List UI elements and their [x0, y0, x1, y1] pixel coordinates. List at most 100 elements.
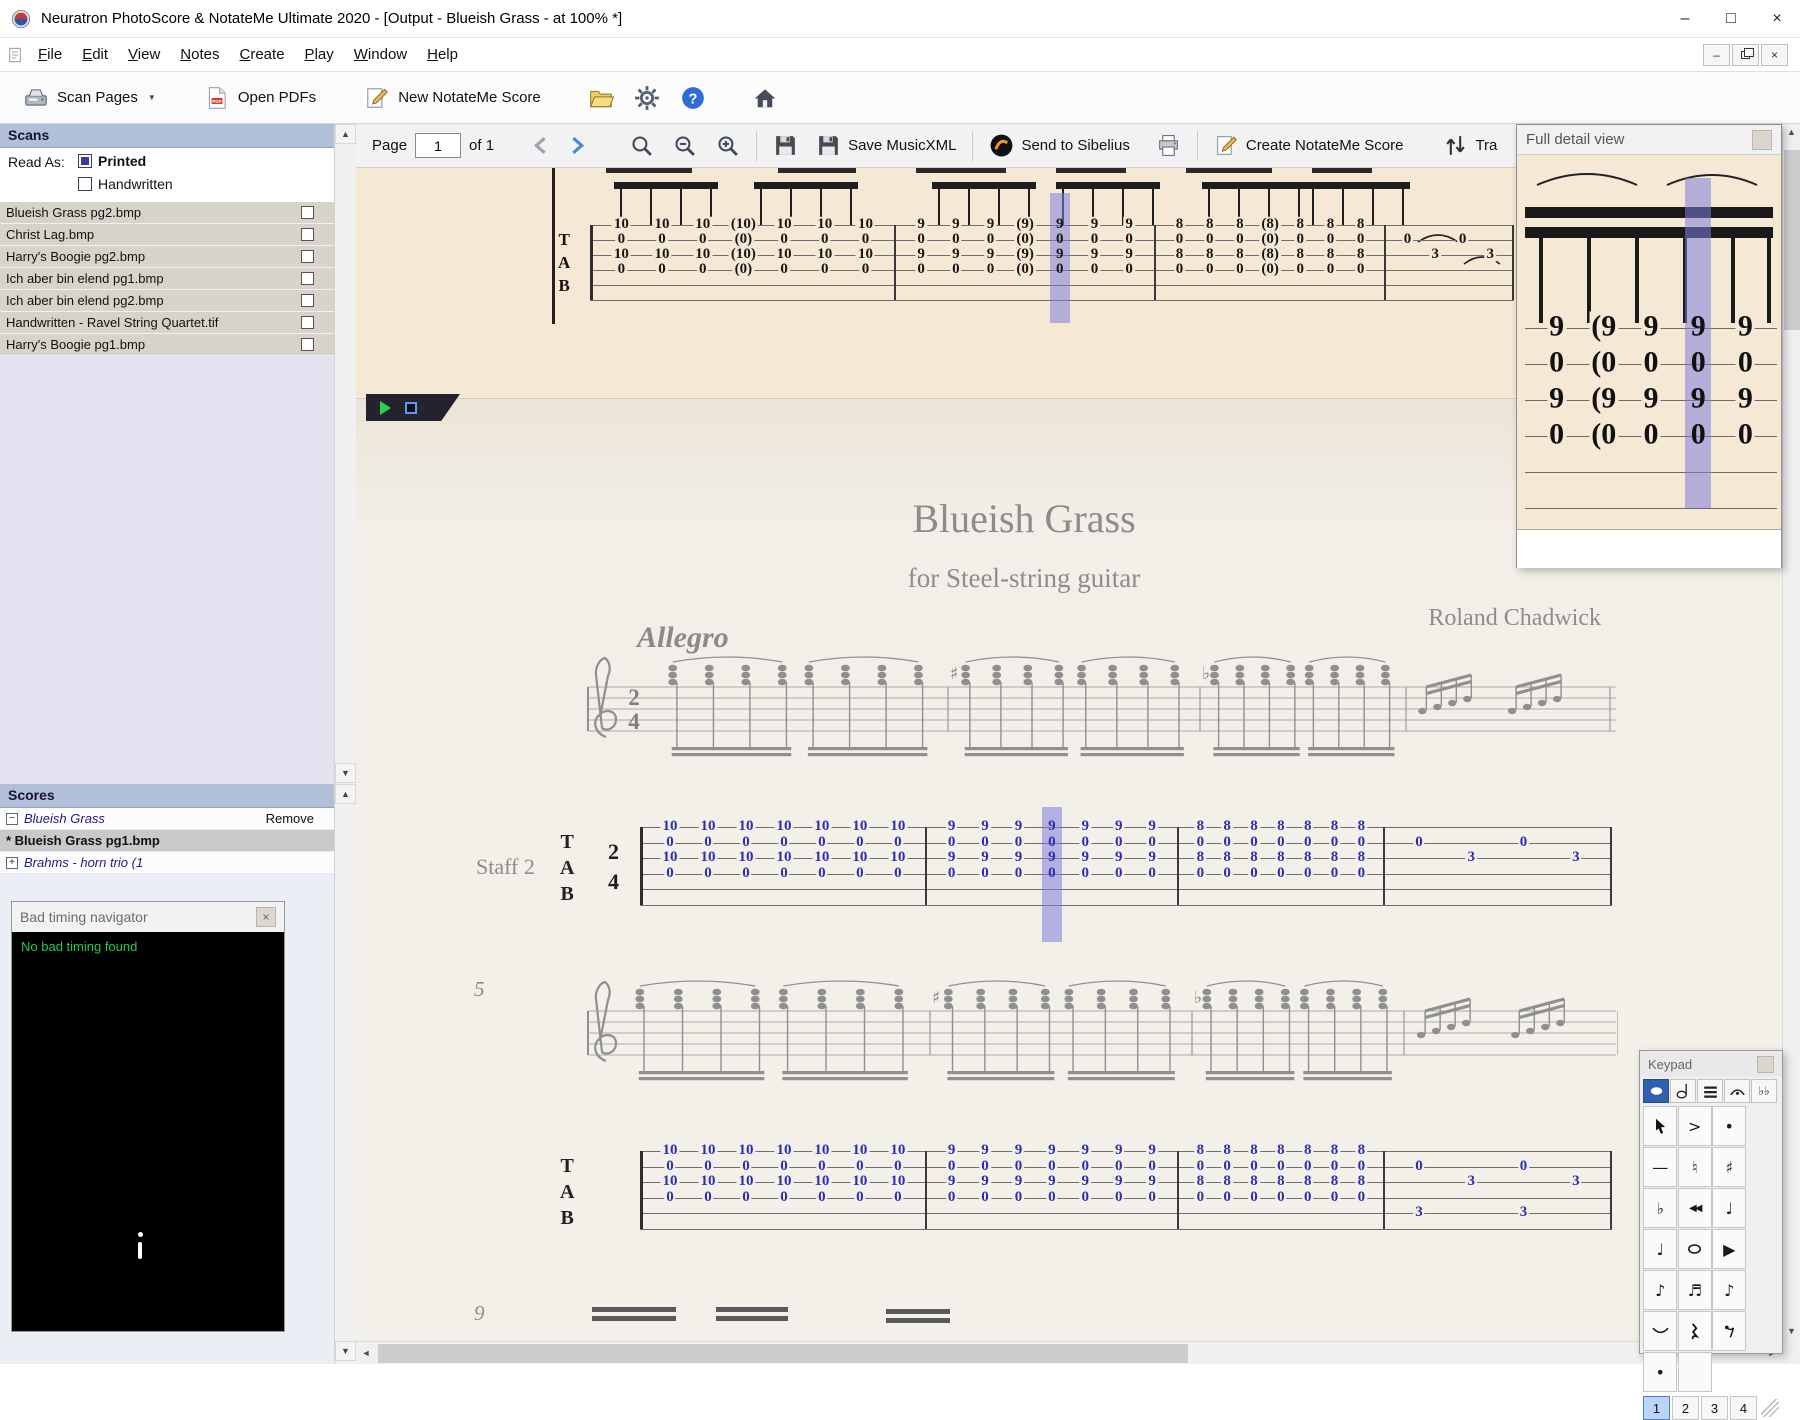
- tab-number[interactable]: 3: [1413, 1204, 1425, 1220]
- keypad-tab-semibreve[interactable]: [1643, 1079, 1669, 1103]
- tab-number[interactable]: 0: [1046, 1158, 1058, 1174]
- read-as-handwritten-option[interactable]: Handwritten: [78, 176, 173, 192]
- tab-number[interactable]: 0: [1517, 1158, 1530, 1174]
- tab-number[interactable]: 0: [615, 231, 628, 247]
- tab-number[interactable]: 0: [778, 1189, 790, 1205]
- tab-number[interactable]: 0: [915, 231, 927, 247]
- tab-number[interactable]: 8: [1355, 1142, 1368, 1158]
- tab-number[interactable]: 8: [1328, 1142, 1341, 1158]
- tab-number[interactable]: (0): [1259, 231, 1281, 247]
- tab-number[interactable]: 0: [656, 231, 668, 247]
- tab-number[interactable]: 0: [984, 231, 997, 247]
- tab-number[interactable]: 8: [1221, 1142, 1233, 1158]
- tab-number[interactable]: 9: [1146, 818, 1158, 834]
- tab-number[interactable]: 0: [1735, 347, 1755, 378]
- tab-number[interactable]: 9: [1046, 1173, 1058, 1189]
- menu-view[interactable]: View: [118, 41, 170, 68]
- tab-number[interactable]: 8: [1294, 246, 1307, 262]
- tab-number[interactable]: 3: [1570, 849, 1582, 865]
- zoom-in-button[interactable]: [710, 130, 745, 161]
- tab-number[interactable]: 0: [979, 1189, 991, 1205]
- tab-number[interactable]: 9: [1079, 1173, 1092, 1189]
- tab-number[interactable]: 8: [1275, 849, 1287, 865]
- tab-number[interactable]: 10: [855, 246, 875, 262]
- tab-number[interactable]: 0: [615, 261, 628, 277]
- tab-number[interactable]: 0: [816, 834, 828, 850]
- tab-number[interactable]: 9: [1079, 1142, 1092, 1158]
- page-input[interactable]: [415, 133, 462, 158]
- tab-number[interactable]: 0: [859, 231, 872, 247]
- tab-number[interactable]: 10: [774, 849, 794, 865]
- tab-number[interactable]: 0: [696, 231, 709, 247]
- tab-number[interactable]: 8: [1294, 216, 1307, 232]
- keypad-tab-beams[interactable]: [1697, 1079, 1723, 1103]
- tab-number[interactable]: 8: [1275, 1142, 1287, 1158]
- keypad-button-q-rest[interactable]: [1677, 1311, 1712, 1351]
- tab-number[interactable]: (0: [1589, 419, 1619, 450]
- tab-number[interactable]: 9: [984, 246, 997, 262]
- tab-number[interactable]: 8: [1355, 1173, 1368, 1189]
- keypad-number-4[interactable]: 4: [1730, 1396, 1757, 1420]
- keypad-number-2[interactable]: 2: [1672, 1396, 1699, 1420]
- tab-number[interactable]: 9: [1012, 1173, 1025, 1189]
- tab-number[interactable]: 0: [1112, 834, 1125, 850]
- scan-item-checkbox[interactable]: [301, 338, 314, 351]
- tab-number[interactable]: (8): [1259, 216, 1281, 232]
- keypad-button-whole[interactable]: [1677, 1229, 1712, 1269]
- tab-number[interactable]: 9: [945, 1173, 958, 1189]
- tab-number[interactable]: 9: [1735, 311, 1755, 342]
- tab-number[interactable]: (10): [728, 246, 758, 262]
- keypad-button-dot[interactable]: •: [1643, 1352, 1678, 1392]
- tab-number[interactable]: 9: [1146, 849, 1158, 865]
- tab-number[interactable]: 0: [1112, 865, 1125, 881]
- tab-number[interactable]: 0: [740, 834, 752, 850]
- tab-number[interactable]: 0: [1054, 261, 1066, 277]
- tab-number[interactable]: (8): [1259, 246, 1281, 262]
- tab-number[interactable]: 0: [1294, 231, 1307, 247]
- tab-number[interactable]: 8: [1328, 818, 1341, 834]
- keypad-button-crotchet[interactable]: ♩: [1643, 1229, 1678, 1269]
- tab-number[interactable]: 8: [1234, 246, 1246, 262]
- tab-number[interactable]: 10: [736, 849, 756, 865]
- tab-number[interactable]: 9: [1641, 383, 1661, 414]
- tab-number[interactable]: 0: [1221, 865, 1233, 881]
- zoom-out-button[interactable]: [667, 130, 702, 161]
- scan-item-checkbox[interactable]: [301, 316, 314, 329]
- close-icon[interactable]: [1757, 1055, 1774, 1073]
- tab-number[interactable]: 10: [736, 818, 756, 834]
- tab-number[interactable]: 0: [1079, 1189, 1092, 1205]
- tab-number[interactable]: 0: [816, 865, 828, 881]
- tab-number[interactable]: 0: [702, 1189, 714, 1205]
- tab-number[interactable]: 0: [1413, 1158, 1425, 1174]
- tab-number[interactable]: (10): [728, 216, 758, 232]
- tab-number[interactable]: 8: [1301, 1142, 1314, 1158]
- tab-number[interactable]: 0: [1234, 231, 1246, 247]
- tab-number[interactable]: 9: [1547, 383, 1567, 414]
- save-musicxml-button[interactable]: Save MusicXML: [811, 130, 961, 161]
- help-button[interactable]: ?: [672, 79, 714, 117]
- tab-number[interactable]: 8: [1203, 246, 1216, 262]
- tab-number[interactable]: 0: [979, 865, 991, 881]
- tab-number[interactable]: 0: [1088, 261, 1101, 277]
- tab-number[interactable]: 0: [1173, 231, 1186, 247]
- tab-number[interactable]: 0: [702, 865, 714, 881]
- scores-scrollbar[interactable]: ▲ ▼: [334, 784, 356, 1364]
- tab-number[interactable]: 0: [819, 261, 831, 277]
- home-button[interactable]: [744, 79, 786, 117]
- tab-number[interactable]: (9: [1589, 311, 1619, 342]
- tab-number[interactable]: 0: [702, 834, 714, 850]
- tab-number[interactable]: 0: [664, 1158, 676, 1174]
- keypad-button-e-rest[interactable]: [1712, 1311, 1747, 1351]
- tab-number[interactable]: 9: [945, 818, 958, 834]
- tab-number[interactable]: 10: [888, 849, 908, 865]
- tab-number[interactable]: 10: [660, 1142, 680, 1158]
- tab-number[interactable]: 10: [888, 1142, 908, 1158]
- tab-number[interactable]: 0: [945, 865, 958, 881]
- tab-number[interactable]: 0: [1123, 231, 1135, 247]
- tab-number[interactable]: 0: [1689, 347, 1708, 378]
- tab-number[interactable]: 0: [664, 865, 676, 881]
- tab-number[interactable]: 0: [1088, 231, 1101, 247]
- tab-number[interactable]: 0: [702, 1158, 714, 1174]
- tab-number[interactable]: 9: [1012, 1142, 1025, 1158]
- tab-number[interactable]: 0: [1123, 261, 1135, 277]
